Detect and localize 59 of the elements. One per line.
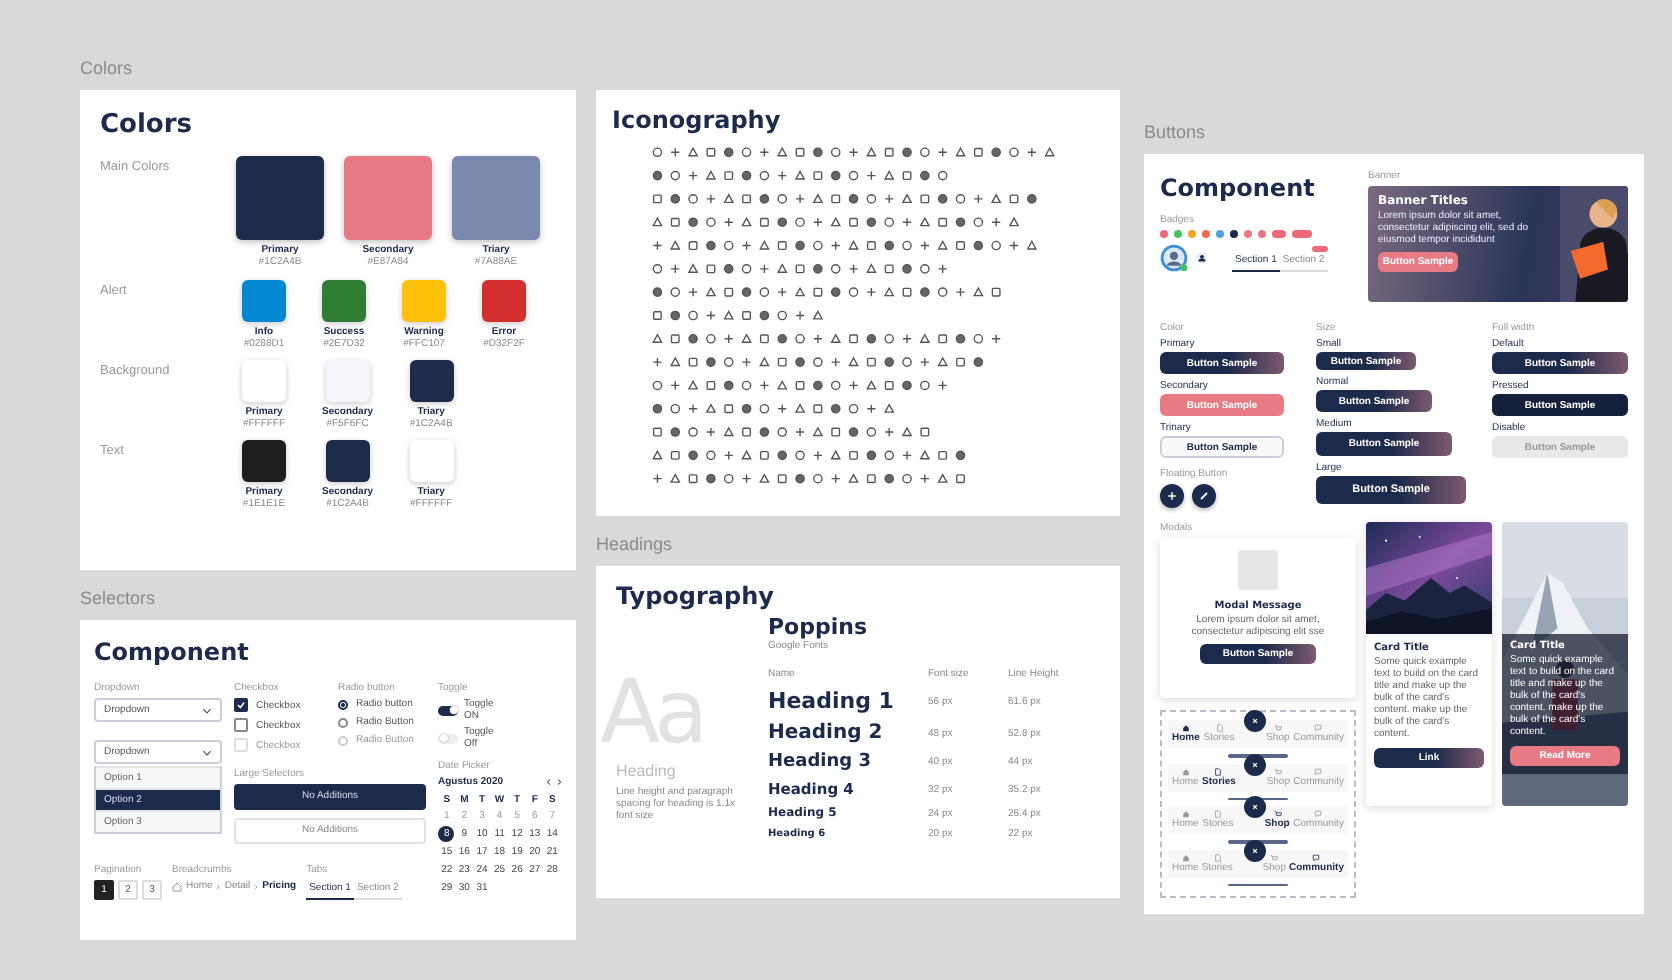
- notification-badge: [1311, 245, 1328, 251]
- heading-sample: Heading 2: [768, 722, 885, 744]
- pencil-icon: [1198, 490, 1210, 502]
- plus-icon: [1166, 490, 1178, 502]
- checkbox[interactable]: [234, 718, 248, 732]
- close-button[interactable]: [1244, 753, 1266, 775]
- home-icon[interactable]: [172, 881, 182, 891]
- document-icon: [1213, 810, 1222, 818]
- home-icon: [1181, 724, 1190, 732]
- cart-icon: [1273, 810, 1282, 818]
- section-label: Colors: [80, 56, 135, 80]
- close-button[interactable]: [1244, 839, 1266, 861]
- avatar: [1196, 252, 1208, 264]
- section-label: Headings: [596, 532, 675, 556]
- panel-title: Component: [94, 638, 251, 666]
- document-icon: [1213, 853, 1222, 861]
- heading-sample: Heading 1: [768, 688, 896, 714]
- sample-caption: Heading: [616, 762, 678, 780]
- document-icon: [1214, 767, 1223, 775]
- home-indicator: [1228, 840, 1288, 843]
- chat-icon: [1314, 724, 1323, 732]
- cart-icon: [1274, 767, 1283, 775]
- radio-button[interactable]: [338, 717, 348, 727]
- cart-icon: [1273, 724, 1282, 732]
- toggle-switch[interactable]: [438, 733, 458, 743]
- panel-title: Component: [1160, 174, 1317, 202]
- close-button[interactable]: [1244, 796, 1266, 818]
- month-arrows-icon[interactable]: [546, 778, 562, 786]
- chevron-down-icon: [202, 749, 212, 755]
- panel-title: Colors: [100, 110, 195, 140]
- home-icon: [1181, 767, 1190, 775]
- edit-button[interactable]: [1192, 484, 1216, 508]
- avatar: [1160, 244, 1188, 272]
- chat-icon: [1314, 810, 1323, 818]
- close-icon: [1250, 716, 1260, 726]
- home-icon: [1181, 853, 1190, 861]
- home-indicator: [1228, 883, 1288, 886]
- heading-sample: Heading 3: [768, 752, 873, 772]
- radio-button[interactable]: [338, 699, 348, 709]
- panel-title: Iconography: [612, 106, 783, 134]
- close-button[interactable]: [1244, 710, 1266, 732]
- document-icon: [1215, 724, 1224, 732]
- add-button[interactable]: [1160, 484, 1184, 508]
- close-icon: [1250, 845, 1260, 855]
- chat-icon: [1312, 853, 1321, 861]
- chat-icon: [1314, 767, 1323, 775]
- section-label: Buttons: [1144, 120, 1208, 144]
- image-placeholder: [1238, 550, 1278, 590]
- cart-icon: [1270, 853, 1279, 861]
- home-indicator: [1228, 754, 1288, 757]
- checkbox[interactable]: [234, 698, 248, 712]
- close-icon: [1250, 759, 1260, 769]
- section-label: Selectors: [80, 586, 158, 610]
- font-name: Poppins: [768, 614, 870, 640]
- home-icon: [1181, 810, 1190, 818]
- close-icon: [1250, 802, 1260, 812]
- toggle-switch[interactable]: [438, 705, 458, 715]
- chevron-down-icon: [202, 707, 212, 713]
- panel-title: Typography: [616, 582, 776, 610]
